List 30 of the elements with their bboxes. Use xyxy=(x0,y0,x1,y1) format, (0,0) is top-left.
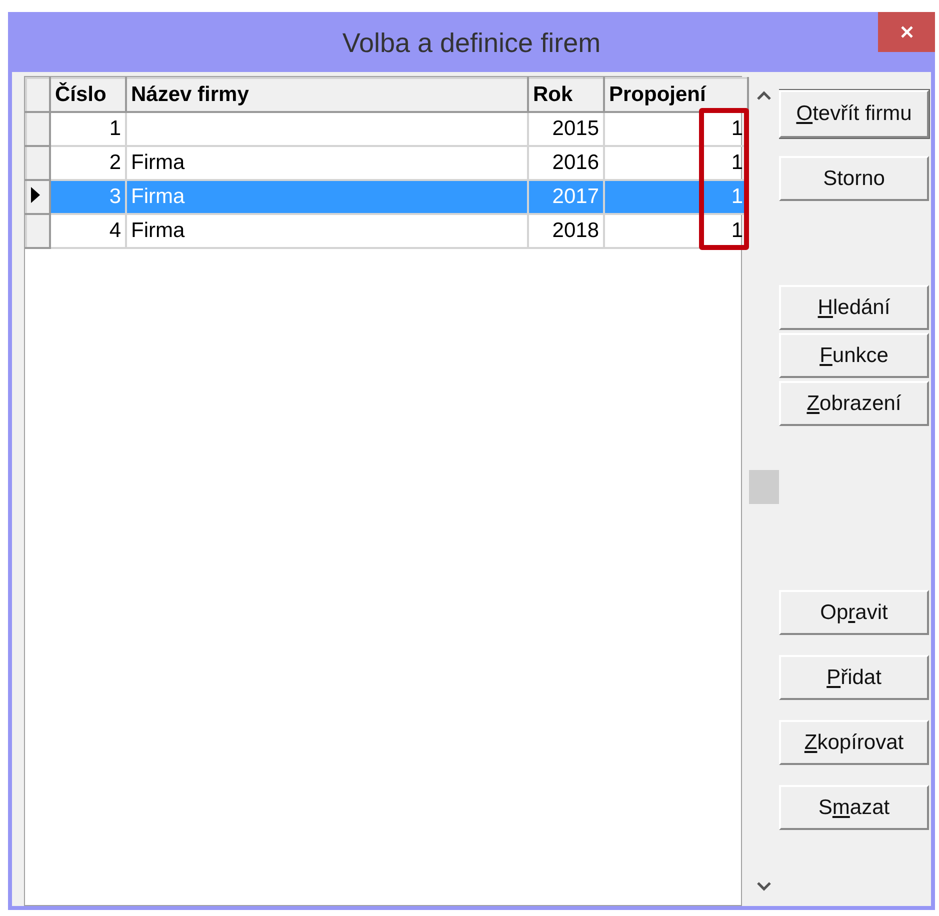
close-button[interactable] xyxy=(878,12,935,52)
table-cell: Firma xyxy=(126,214,528,248)
table-cell: Firma xyxy=(126,180,528,214)
scroll-up-icon[interactable] xyxy=(757,91,771,100)
scroll-down-icon[interactable] xyxy=(757,882,771,891)
column-header[interactable]: Propojení xyxy=(604,78,748,112)
close-icon xyxy=(900,25,914,39)
row-selector[interactable] xyxy=(26,180,50,214)
table-cell: 3 xyxy=(50,180,126,214)
action-button[interactable]: Funkce xyxy=(779,333,929,378)
table-cell: 4 xyxy=(50,214,126,248)
current-row-icon xyxy=(31,187,40,203)
action-button[interactable]: Otevřít firmu xyxy=(779,90,929,138)
window-title: Volba a definice firem xyxy=(342,28,601,58)
column-header[interactable]: Rok xyxy=(528,78,604,112)
table-cell: 2017 xyxy=(528,180,604,214)
column-header[interactable]: Číslo xyxy=(50,78,126,112)
table-cell: 2015 xyxy=(528,112,604,146)
action-button[interactable]: Hledání xyxy=(779,285,929,330)
action-button[interactable]: Přidat xyxy=(779,655,929,700)
scroll-thumb[interactable] xyxy=(749,470,779,504)
action-button[interactable]: Zkopírovat xyxy=(779,720,929,765)
table-cell: 1 xyxy=(50,112,126,146)
action-button[interactable]: Storno xyxy=(779,156,929,201)
action-button[interactable]: Zobrazení xyxy=(779,381,929,426)
action-button[interactable]: Opravit xyxy=(779,590,929,635)
row-header xyxy=(26,78,50,112)
table-cell: 2018 xyxy=(528,214,604,248)
column-header[interactable]: Název firmy xyxy=(126,78,528,112)
action-button[interactable]: Smazat xyxy=(779,785,929,830)
